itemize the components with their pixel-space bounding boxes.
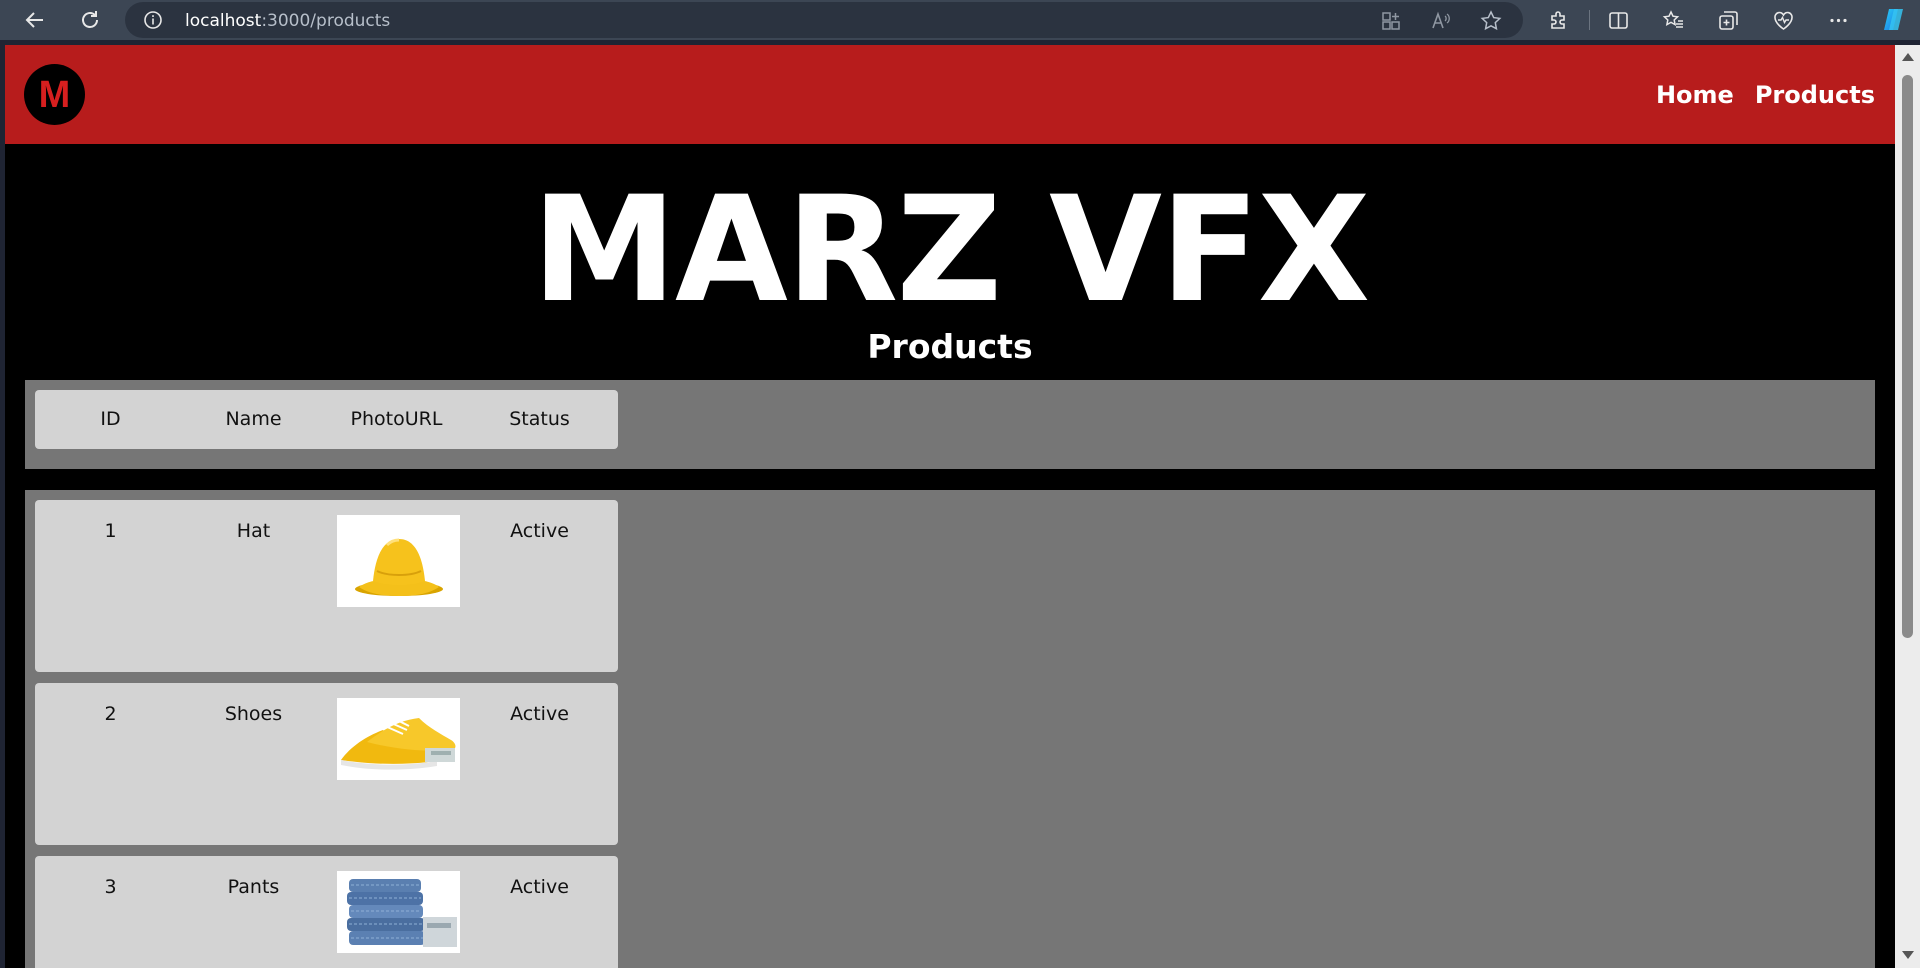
scroll-down-arrow-icon[interactable] (1902, 951, 1914, 959)
back-icon[interactable] (15, 0, 55, 40)
row-status: Active (510, 520, 569, 542)
favorite-star-icon[interactable] (1480, 10, 1502, 32)
row-status: Active (510, 876, 569, 898)
url-text[interactable]: localhost:3000/products (185, 11, 390, 31)
row-id: 3 (104, 876, 117, 898)
table-header-row: ID Name PhotoURL Status (35, 390, 618, 449)
page-viewport: M Home Products MARZ VFX Products ID Nam… (5, 45, 1895, 968)
row-id: 1 (104, 520, 117, 542)
scrollbar-thumb[interactable] (1902, 75, 1913, 638)
table-row: 2 Shoes Active (35, 683, 618, 845)
copilot-icon[interactable] (1880, 6, 1907, 33)
table-row: 3 Pants Active (35, 856, 618, 968)
header-status: Status (509, 408, 570, 430)
toolbar-divider (1589, 10, 1590, 30)
address-bar[interactable]: localhost:3000/products (125, 2, 1523, 38)
app-available-icon[interactable] (1380, 10, 1402, 32)
table-body-panel: 1 Hat Active 2 Shoes Active 3 Pants Acti… (25, 490, 1875, 968)
main-nav: Home Products (1656, 81, 1875, 109)
header-id: ID (100, 408, 121, 430)
nav-home-link[interactable]: Home (1656, 81, 1734, 109)
info-icon[interactable] (143, 10, 163, 30)
extensions-icon[interactable] (1547, 9, 1570, 32)
page-title: Products (867, 327, 1033, 366)
favorites-icon[interactable] (1662, 9, 1685, 32)
row-status: Active (510, 703, 569, 725)
site-logo[interactable]: M (24, 64, 85, 125)
hero-title: MARZ VFX (531, 165, 1371, 335)
more-icon[interactable] (1827, 9, 1850, 32)
browser-essentials-icon[interactable] (1772, 9, 1795, 32)
yellow-bucket-hat-image (337, 515, 460, 607)
row-id: 2 (104, 703, 117, 725)
row-name: Shoes (224, 703, 283, 725)
header-name: Name (225, 408, 282, 430)
refresh-icon[interactable] (70, 0, 110, 40)
nav-products-link[interactable]: Products (1755, 81, 1875, 109)
scroll-up-arrow-icon[interactable] (1902, 53, 1914, 61)
table-row: 1 Hat Active (35, 500, 618, 672)
split-screen-icon[interactable] (1607, 9, 1630, 32)
folded-jeans-stack-image (337, 871, 460, 953)
site-header: M Home Products (5, 45, 1895, 144)
browser-toolbar: localhost:3000/products (0, 0, 1920, 40)
header-photo-url: PhotoURL (350, 408, 443, 430)
read-aloud-icon[interactable] (1430, 10, 1452, 32)
page-scrollbar[interactable] (1895, 45, 1920, 968)
table-header-panel: ID Name PhotoURL Status (25, 380, 1875, 469)
yellow-sneakers-image (337, 698, 460, 780)
row-name: Hat (236, 520, 271, 542)
collections-icon[interactable] (1717, 9, 1740, 32)
row-name: Pants (227, 876, 280, 898)
